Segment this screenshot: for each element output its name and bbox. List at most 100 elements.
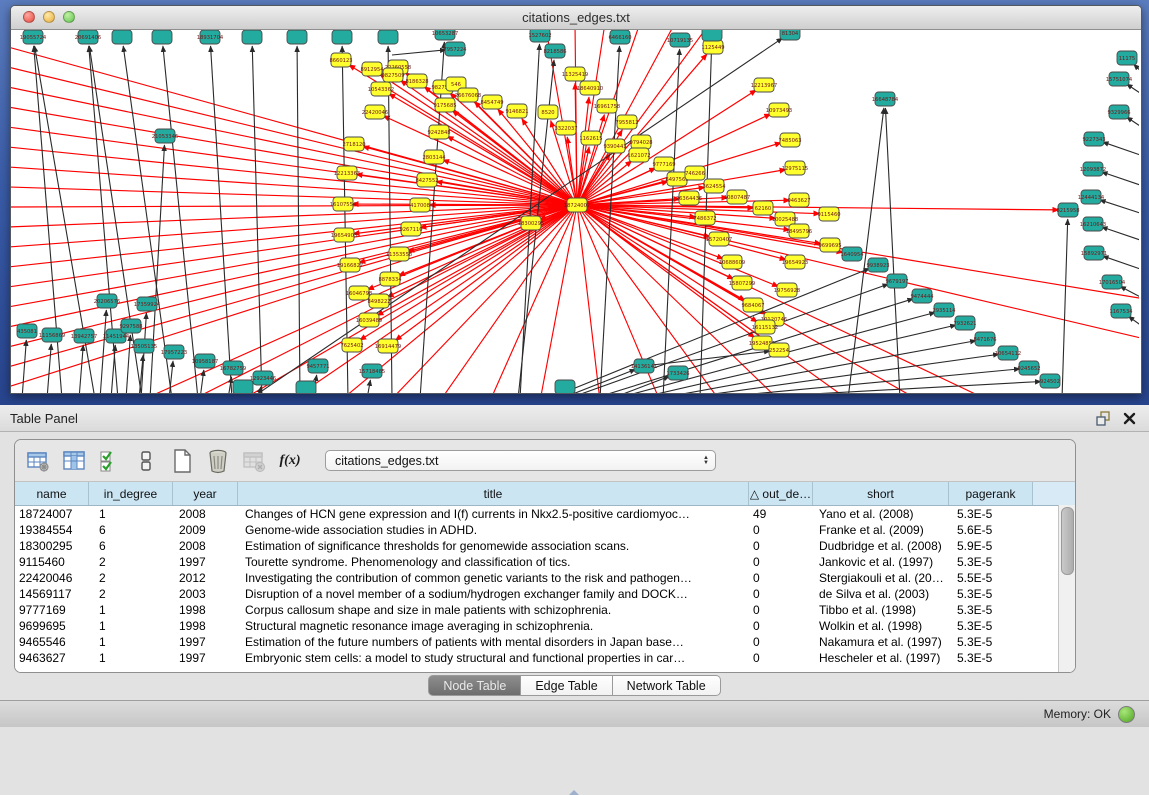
graph-node[interactable]: 9175685 bbox=[433, 98, 456, 112]
column-header-title[interactable]: title bbox=[238, 482, 749, 505]
graph-node[interactable]: 18495796 bbox=[786, 224, 812, 238]
graph-node[interactable]: 9146821 bbox=[505, 104, 528, 118]
table-row[interactable]: 1938455462009Genome-wide association stu… bbox=[15, 522, 1075, 538]
graph-node[interactable]: 15807299 bbox=[729, 276, 755, 290]
close-icon[interactable] bbox=[1119, 409, 1139, 427]
table-cell[interactable]: 1 bbox=[89, 635, 173, 649]
table-cell[interactable]: 9115460 bbox=[15, 555, 89, 569]
graph-node[interactable]: 924502 bbox=[1040, 374, 1060, 388]
minimize-window-button[interactable] bbox=[43, 11, 55, 23]
tab-edge-table[interactable]: Edge Table bbox=[521, 675, 612, 696]
graph-node[interactable]: 9115460 bbox=[817, 207, 840, 221]
table-cell[interactable]: 5.9E-5 bbox=[949, 539, 1033, 553]
graph-node[interactable]: 9457771 bbox=[306, 359, 329, 373]
graph-node[interactable]: 13505135 bbox=[131, 339, 157, 353]
graph-node[interactable]: 435081 bbox=[17, 324, 37, 338]
graph-node[interactable]: 16039489 bbox=[356, 313, 382, 327]
graph-node[interactable]: 2935114 bbox=[932, 303, 956, 317]
table-cell[interactable]: 14569117 bbox=[15, 587, 89, 601]
network-canvas[interactable]: 1872400718300295866012389129542226055898… bbox=[11, 30, 1141, 393]
graph-node[interactable] bbox=[378, 30, 398, 44]
network-window-titlebar[interactable]: citations_edges.txt bbox=[11, 6, 1141, 30]
graph-node[interactable]: 62160 bbox=[753, 201, 773, 215]
table-cell[interactable]: 1 bbox=[89, 603, 173, 617]
graph-node[interactable]: 7932621 bbox=[953, 316, 976, 330]
graph-node[interactable]: 15720407 bbox=[706, 232, 732, 246]
table-row[interactable]: 946554611997Estimation of the future num… bbox=[15, 634, 1075, 650]
function-builder-icon[interactable]: f(x) bbox=[275, 446, 305, 476]
graph-node[interactable]: 16115132 bbox=[752, 320, 778, 334]
table-cell[interactable]: 18300295 bbox=[15, 539, 89, 553]
graph-node[interactable]: 9474444 bbox=[910, 289, 934, 303]
graph-node[interactable]: 15892971 bbox=[1081, 246, 1107, 260]
graph-node[interactable]: 8427552 bbox=[415, 173, 438, 187]
graph-node[interactable]: 9777169 bbox=[652, 157, 675, 171]
graph-node[interactable] bbox=[112, 30, 132, 44]
table-cell[interactable]: Genome-wide association studies in ADHD. bbox=[238, 523, 749, 537]
column-header-name[interactable]: name bbox=[15, 482, 89, 505]
graph-node[interactable] bbox=[152, 30, 172, 44]
table-cell[interactable]: 9777169 bbox=[15, 603, 89, 617]
graph-node[interactable]: 10973493 bbox=[766, 103, 792, 117]
graph-node[interactable]: 10958187 bbox=[192, 354, 218, 368]
table-cell[interactable]: 2012 bbox=[173, 571, 238, 585]
table-cell[interactable]: 19384554 bbox=[15, 523, 89, 537]
table-cell[interactable]: 0 bbox=[749, 587, 813, 601]
graph-node[interactable]: 7485063 bbox=[778, 133, 801, 147]
table-row[interactable]: 977716911998Corpus callosum shape and si… bbox=[15, 602, 1075, 618]
graph-node[interactable]: 18300295 bbox=[518, 216, 544, 230]
graph-node[interactable]: 3624554 bbox=[702, 179, 726, 193]
graph-node[interactable]: 8660123 bbox=[329, 53, 352, 67]
graph-node[interactable]: 9938923 bbox=[866, 258, 889, 272]
graph-node[interactable]: 2718120 bbox=[342, 137, 365, 151]
table-cell[interactable]: 49 bbox=[749, 507, 813, 521]
graph-node[interactable]: 14136141 bbox=[631, 359, 657, 373]
graph-node[interactable]: 18640910 bbox=[577, 81, 603, 95]
table-cell[interactable]: 9699695 bbox=[15, 619, 89, 633]
table-cell[interactable]: 5.3E-5 bbox=[949, 507, 1033, 521]
graph-node[interactable]: 9463627 bbox=[787, 193, 810, 207]
graph-node[interactable]: 7625402 bbox=[340, 338, 363, 352]
graph-node[interactable]: 81304 bbox=[780, 30, 800, 40]
table-cell[interactable]: Estimation of the future numbers of pati… bbox=[238, 635, 749, 649]
graph-node[interactable]: 1527602 bbox=[528, 30, 551, 42]
table-cell[interactable]: 1 bbox=[89, 507, 173, 521]
table-cell[interactable]: 1997 bbox=[173, 651, 238, 665]
column-header-short[interactable]: short bbox=[813, 482, 949, 505]
graph-node[interactable]: 12093872 bbox=[1080, 162, 1106, 176]
graph-node[interactable]: 19166827 bbox=[337, 258, 363, 272]
graph-node[interactable]: 252254 bbox=[769, 343, 790, 357]
graph-node[interactable]: 8186328 bbox=[405, 74, 428, 88]
graph-node[interactable]: 7955812 bbox=[615, 115, 638, 129]
table-cell[interactable]: Estimation of significance thresholds fo… bbox=[238, 539, 749, 553]
graph-node[interactable]: 2803144 bbox=[422, 150, 446, 164]
select-columns-icon[interactable] bbox=[95, 446, 125, 476]
graph-node[interactable]: 11325419 bbox=[562, 67, 588, 81]
graph-node[interactable]: 9827509 bbox=[381, 68, 404, 82]
table-cell[interactable]: Tibbo et al. (1998) bbox=[813, 603, 949, 617]
graph-node[interactable] bbox=[242, 30, 262, 44]
graph-node[interactable]: 8520 bbox=[538, 105, 558, 119]
graph-node[interactable]: 19654903 bbox=[331, 228, 357, 242]
table-cell[interactable]: 5.3E-5 bbox=[949, 651, 1033, 665]
table-cell[interactable]: Embryonic stem cells: a model to study s… bbox=[238, 651, 749, 665]
table-cell[interactable]: 0 bbox=[749, 635, 813, 649]
graph-node[interactable]: 18931704 bbox=[197, 30, 224, 44]
graph-node[interactable]: 10654112 bbox=[995, 346, 1021, 360]
table-cell[interactable]: 2 bbox=[89, 555, 173, 569]
graph-node[interactable]: 16210643 bbox=[1080, 217, 1106, 231]
graph-node[interactable]: 19756928 bbox=[774, 283, 800, 297]
graph-node[interactable]: 9267110 bbox=[399, 222, 422, 236]
table-cell[interactable]: 6 bbox=[89, 523, 173, 537]
rename-column-icon[interactable] bbox=[131, 446, 161, 476]
table-cell[interactable]: 6 bbox=[89, 539, 173, 553]
column-header-out_de[interactable]: △ out_de… bbox=[749, 482, 813, 505]
table-cell[interactable]: 1 bbox=[89, 619, 173, 633]
table-cell[interactable]: 18724007 bbox=[15, 507, 89, 521]
table-cell[interactable]: 2008 bbox=[173, 539, 238, 553]
graph-node[interactable]: 8498222 bbox=[367, 294, 390, 308]
float-window-icon[interactable] bbox=[1093, 409, 1113, 427]
table-cell[interactable]: Disruption of a novel member of a sodium… bbox=[238, 587, 749, 601]
table-row[interactable]: 1872400712008Changes of HCN gene express… bbox=[15, 506, 1075, 522]
table-row[interactable]: 911546021997Tourette syndrome. Phenomeno… bbox=[15, 554, 1075, 570]
